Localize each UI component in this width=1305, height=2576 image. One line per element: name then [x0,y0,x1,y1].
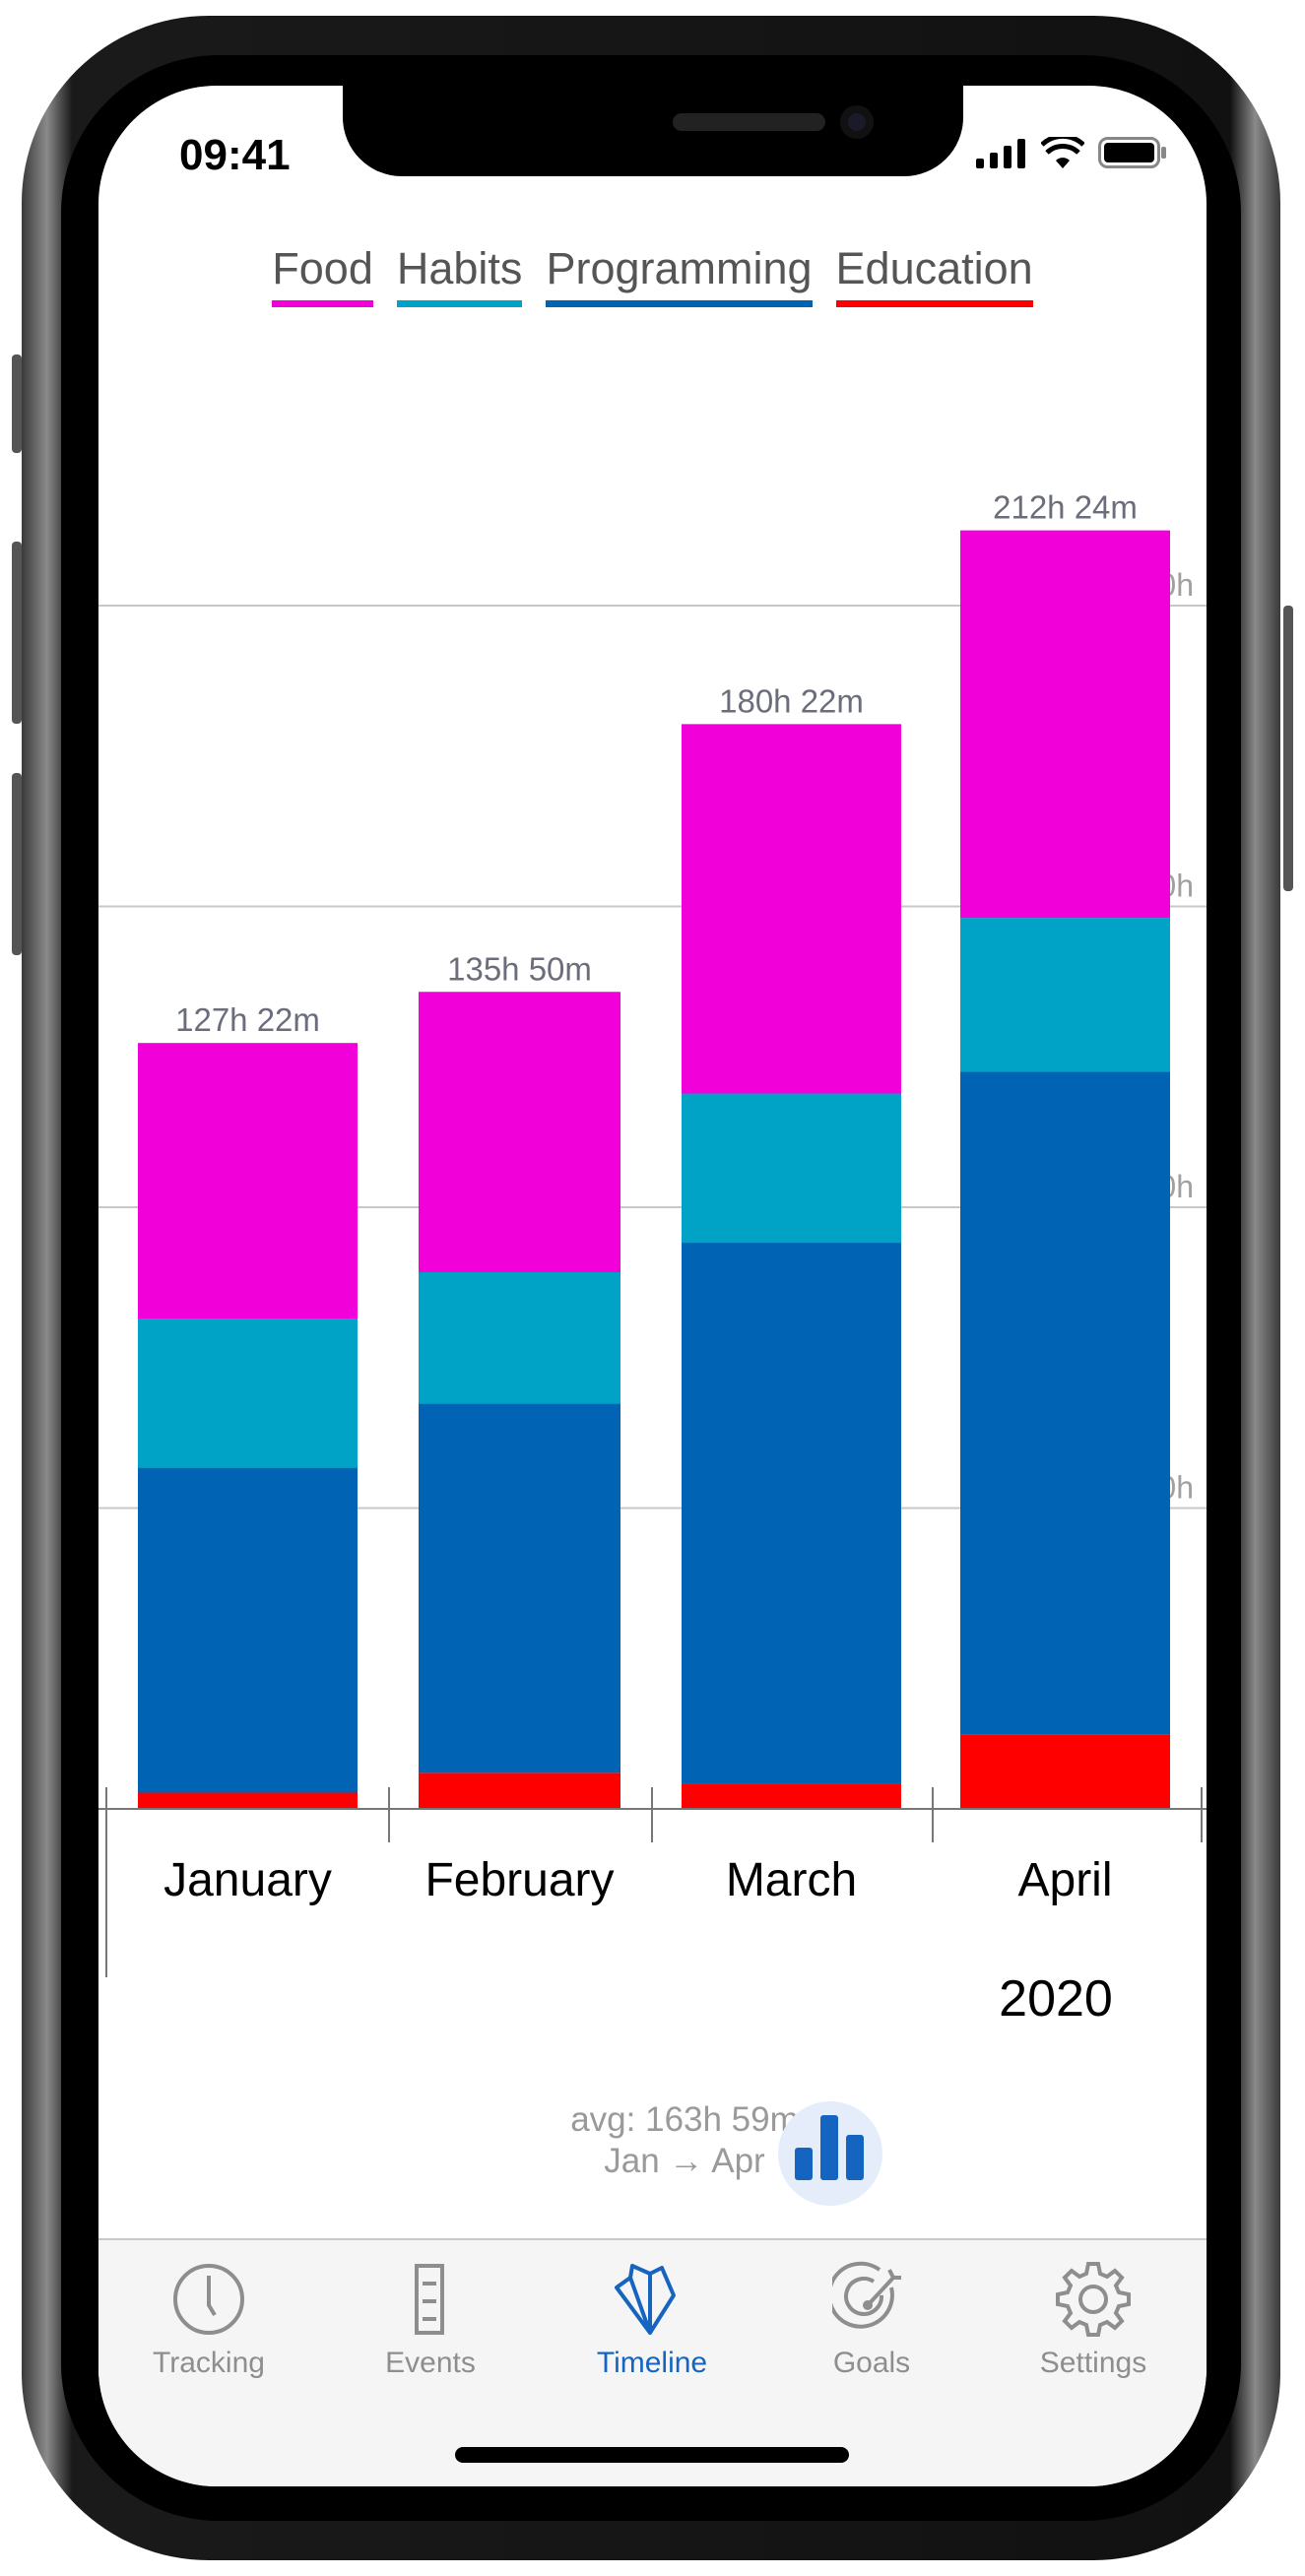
bar-total-label: 135h 50m [447,950,592,987]
bar-segment-education [138,1792,358,1809]
year-label: 2020 [999,1970,1113,2028]
bar-segment-programming [138,1467,358,1793]
bar-segment-habits [419,1271,620,1404]
bar-segment-programming [419,1403,620,1773]
bar-segment-education [419,1772,620,1809]
x-tick-label: March [726,1854,857,1906]
stacked-bar-chart: 50h100h150h200h127h 22mJanuary135h 50mFe… [98,489,1207,2028]
bar-total-label: 127h 22m [175,1001,320,1038]
bar-segment-programming [682,1243,901,1784]
bar-segment-food [138,1043,358,1320]
bar-segment-education [960,1734,1170,1809]
bar-segment-habits [138,1319,358,1468]
bar-total-label: 180h 22m [719,682,864,719]
bar-segment-habits [682,1093,901,1244]
x-tick-label: January [163,1854,332,1906]
bar-segment-food [419,992,620,1272]
bar-segment-education [682,1783,901,1809]
bar-segment-food [960,530,1170,919]
bar-segment-programming [960,1071,1170,1735]
bar-segment-habits [960,918,1170,1072]
x-tick-label: April [1017,1854,1112,1906]
bar-total-label: 212h 24m [993,489,1138,526]
bar-segment-food [682,724,901,1094]
x-tick-label: February [424,1854,614,1906]
